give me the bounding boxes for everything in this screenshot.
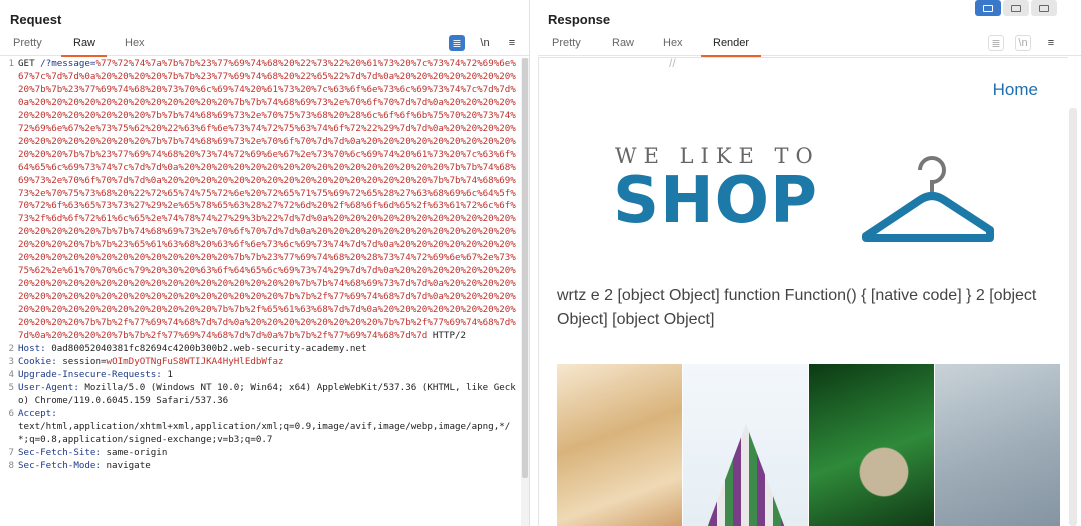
request-tab-raw[interactable]: Raw (60, 37, 108, 57)
line-number: 7 (8, 446, 14, 458)
code-token: 0ad80052040381fc82694c4200b300b2.web-sec… (51, 342, 367, 354)
request-title: Request (10, 12, 62, 27)
editor-line: 2 Host: 0ad80052040381fc82694c4200b300b2.… (0, 343, 520, 356)
menu-icon[interactable]: ≡ (1043, 35, 1059, 51)
response-title: Response (548, 12, 611, 27)
line-number: 2 (8, 342, 14, 354)
newline-toggle-icon[interactable]: \n (1015, 35, 1031, 51)
editor-line: 8 Sec-Fetch-Mode: navigate (0, 460, 520, 473)
editor-line: 7 Sec-Fetch-Site: same-origin (0, 447, 520, 460)
response-scrollbar[interactable] (1069, 108, 1077, 526)
line-number: 4 (8, 368, 14, 380)
divider-mark: // (669, 57, 676, 70)
request-editor[interactable]: 1 GET /?message=%77%72%74%7a%7b%7b%23%77%… (0, 58, 520, 526)
code-token: 1 (167, 368, 173, 380)
response-tab-render[interactable]: Render (700, 37, 762, 57)
code-token: HTTP/2 (427, 330, 467, 342)
word-wrap-icon[interactable]: ≣ (449, 35, 465, 51)
product-image[interactable] (683, 364, 809, 526)
response-tab-raw[interactable]: Raw (612, 37, 634, 56)
code-token: Host: (18, 342, 52, 354)
code-token: User-Agent: (18, 381, 85, 393)
code-token: Upgrade-Insecure-Requests: (18, 368, 168, 380)
code-token: Cookie: (18, 355, 63, 367)
request-scrollbar[interactable] (521, 58, 529, 526)
code-token: /?message= (40, 58, 96, 69)
product-image[interactable] (935, 364, 1061, 526)
line-number: 6 (8, 407, 14, 419)
menu-icon[interactable]: ≡ (504, 35, 520, 51)
code-token: GET (18, 58, 41, 69)
http-editor: Request Pretty Raw Hex ≣ \n ≡ 1 GET /?mes… (0, 0, 1081, 526)
word-wrap-icon[interactable]: ≣ (988, 35, 1004, 51)
editor-line: 3 Cookie: session=wOImDyOTNgFuS8WTIJKA4Hy… (0, 356, 520, 369)
code-token: text/html,application/xhtml+xml,applicat… (18, 420, 511, 445)
code-token: navigate (106, 459, 151, 471)
code-token: session= (62, 355, 107, 367)
line-content: Host: 0ad80052040381fc82694c4200b300b2.w… (18, 343, 520, 356)
hanger-icon (862, 156, 994, 242)
response-pane: Response Pretty Raw Hex Render ≣ \n ≡ //… (538, 0, 1081, 526)
line-content: Upgrade-Insecure-Requests: 1 (18, 369, 520, 382)
code-token: wOImDyOTNgFuS8WTIJKA4HyHlEdbWfaz (106, 355, 284, 367)
code-token: same-origin (106, 446, 168, 458)
newline-toggle-icon[interactable]: \n (477, 35, 493, 51)
line-content: Sec-Fetch-Site: same-origin (18, 447, 520, 460)
request-tab-pretty[interactable]: Pretty (13, 37, 42, 56)
response-tab-pretty[interactable]: Pretty (552, 37, 581, 56)
shop-logo: WE LIKE TO SHOP (613, 144, 994, 254)
line-content: Sec-Fetch-Mode: navigate (18, 460, 520, 473)
editor-line: 6 Accept: text/html,application/xhtml+xml… (0, 408, 520, 447)
tent-shape (701, 424, 791, 526)
product-gallery (557, 364, 1061, 526)
line-content: Accept: text/html,application/xhtml+xml,… (18, 408, 520, 447)
template-output: wrtz e 2 [object Object] function Functi… (557, 287, 1037, 328)
line-number: 5 (8, 381, 14, 393)
home-link[interactable]: Home (993, 80, 1038, 100)
code-token: Sec-Fetch-Mode: (18, 459, 107, 471)
editor-line: 4 Upgrade-Insecure-Requests: 1 (0, 369, 520, 382)
line-content: Cookie: session=wOImDyOTNgFuS8WTIJKA4HyH… (18, 356, 520, 369)
line-number: 8 (8, 459, 14, 471)
line-number: 3 (8, 355, 14, 367)
request-pane: Request Pretty Raw Hex ≣ \n ≡ 1 GET /?mes… (0, 0, 530, 526)
code-token: Accept: (18, 407, 63, 419)
request-tab-hex[interactable]: Hex (125, 37, 145, 56)
rendered-page: // Home WE LIKE TO SHOP wrtz e 2 [object… (538, 57, 1068, 526)
line-content: User-Agent: Mozilla/5.0 (Windows NT 10.0… (18, 382, 520, 408)
code-token: Mozilla/5.0 (Windows NT 10.0; Win64; x64… (18, 381, 516, 406)
code-token: Sec-Fetch-Site: (18, 446, 107, 458)
logo-wordmark: SHOP (613, 164, 818, 238)
code-token: %77%72%74%7a%7b%7b%23%77%69%74%68%20%22%… (18, 58, 516, 342)
product-image[interactable] (557, 364, 683, 526)
scroll-thumb[interactable] (522, 58, 528, 478)
product-image[interactable] (809, 364, 935, 526)
line-content: GET /?message=%77%72%74%7a%7b%7b%23%77%6… (18, 58, 520, 343)
editor-line: 5 User-Agent: Mozilla/5.0 (Windows NT 10.… (0, 382, 520, 408)
line-number: 1 (8, 58, 14, 69)
editor-line: 1 GET /?message=%77%72%74%7a%7b%7b%23%77%… (0, 58, 520, 343)
response-tab-hex[interactable]: Hex (663, 37, 683, 56)
